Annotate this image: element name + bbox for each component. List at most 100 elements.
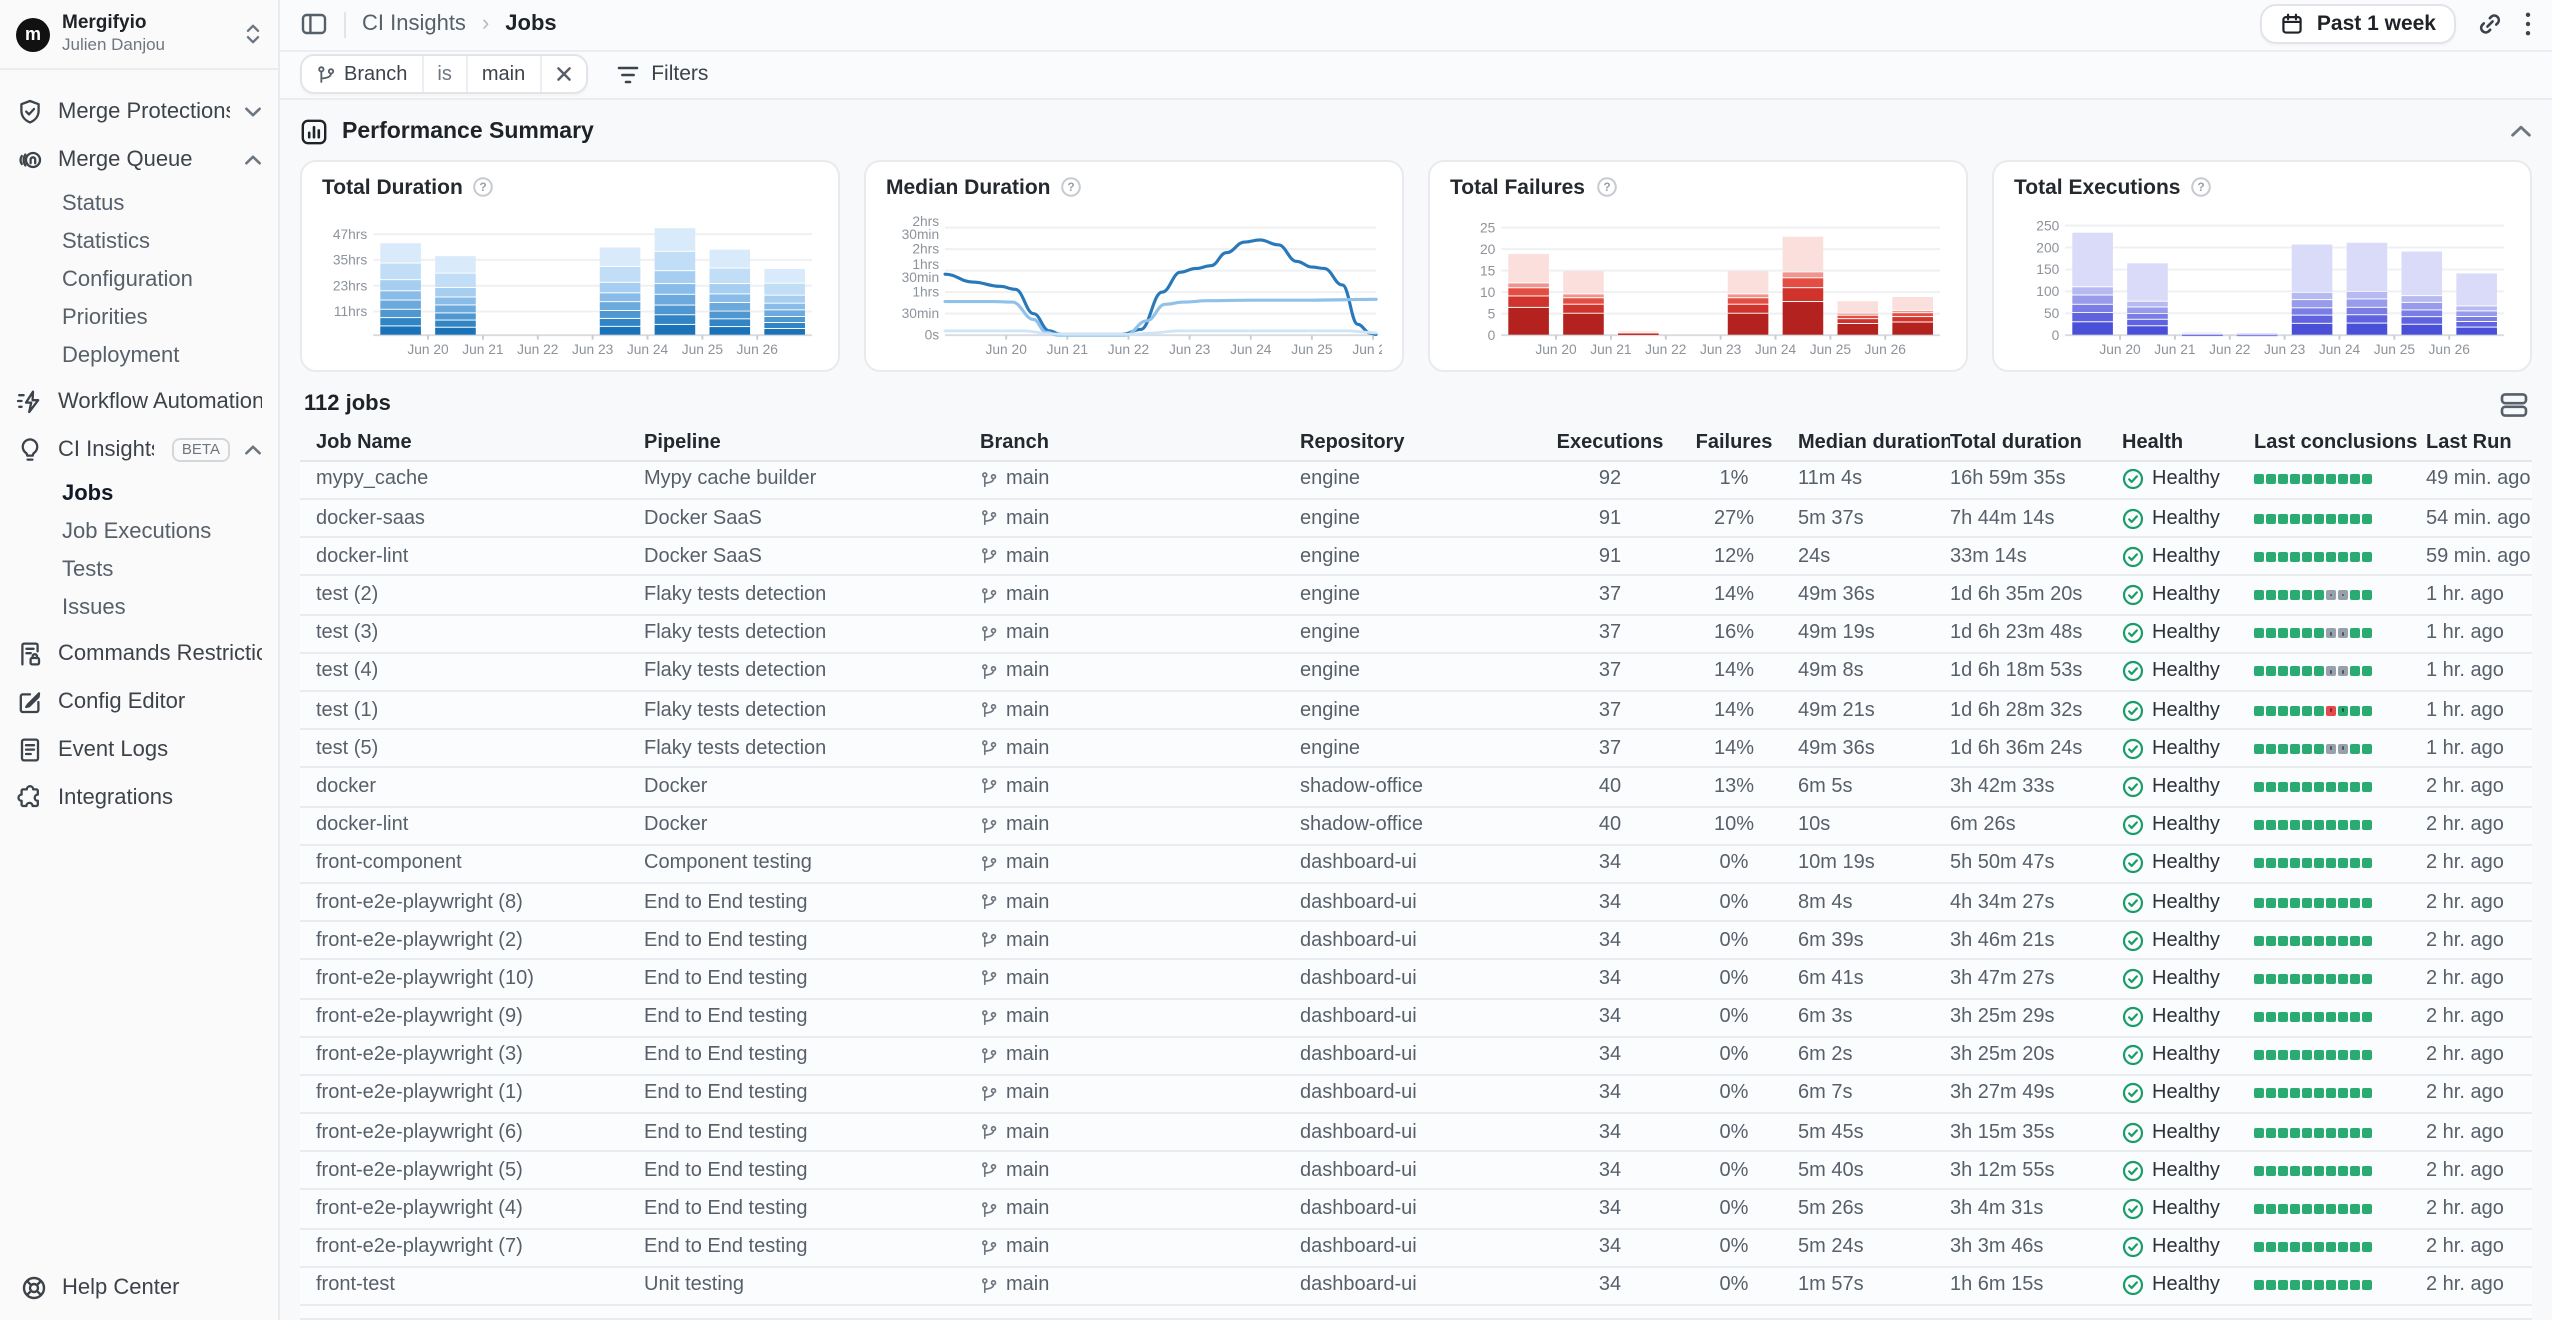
table-row[interactable]: docker-saasDocker SaaSmainengine9127%5m … bbox=[300, 500, 2532, 538]
col-job-name[interactable]: Job Name bbox=[300, 432, 644, 454]
sidebar-item-label: Event Logs bbox=[58, 737, 262, 761]
table-row[interactable]: test (2)Flaky tests detectionmainengine3… bbox=[300, 577, 2532, 615]
table-row[interactable]: front-e2e-playwright (7)End to End testi… bbox=[300, 1229, 2532, 1267]
cell-repository: engine bbox=[1300, 661, 1550, 683]
branch-label: main bbox=[1006, 546, 1049, 568]
cell-failures: 0% bbox=[1682, 1121, 1798, 1143]
col-executions[interactable]: Executions bbox=[1550, 432, 1682, 454]
sidebar-item-jobs[interactable]: Jobs bbox=[16, 475, 262, 513]
conclusion-success bbox=[2314, 935, 2324, 945]
sidebar-item-issues[interactable]: Issues bbox=[16, 589, 262, 627]
date-range-button[interactable]: Past 1 week bbox=[2261, 5, 2456, 45]
table-row[interactable]: front-e2e-playwright (3)End to End testi… bbox=[300, 1037, 2532, 1075]
help-icon[interactable]: ? bbox=[1595, 177, 1617, 199]
sidebar-item-statistics[interactable]: Statistics bbox=[16, 223, 262, 261]
svg-text:Jun 24: Jun 24 bbox=[627, 341, 669, 356]
collapse-chevron-up-icon[interactable] bbox=[2510, 125, 2532, 139]
cell-repository: engine bbox=[1300, 738, 1550, 760]
table-row[interactable]: test (5)Flaky tests detectionmainengine3… bbox=[300, 730, 2532, 768]
cell-total-duration: 3h 47m 27s bbox=[1950, 968, 2122, 990]
cell-pipeline: End to End testing bbox=[644, 1236, 980, 1258]
table-row[interactable]: dockerDockermainshadow-office4013%6m 5s3… bbox=[300, 769, 2532, 807]
help-icon[interactable]: ? bbox=[1061, 177, 1083, 199]
table-row[interactable]: front-e2e-playwright (6)End to End testi… bbox=[300, 1114, 2532, 1152]
row-density-icon[interactable] bbox=[2500, 390, 2528, 420]
git-branch-icon bbox=[316, 64, 336, 86]
col-failures[interactable]: Failures bbox=[1682, 432, 1798, 454]
sidebar-item-merge-protections[interactable]: Merge Protections bbox=[16, 89, 262, 133]
col-last-run[interactable]: Last Run bbox=[2426, 432, 2532, 454]
conclusion-success bbox=[2290, 1127, 2300, 1137]
conclusion-success bbox=[2314, 897, 2324, 907]
cell-repository: engine bbox=[1300, 469, 1550, 491]
app-root: m Mergifyio Julien Danjou Merge Protecti… bbox=[0, 0, 2552, 1320]
conclusion-success bbox=[2362, 744, 2372, 754]
help-icon[interactable]: ? bbox=[2191, 177, 2213, 199]
col-total-duration[interactable]: Total duration bbox=[1950, 432, 2122, 454]
sidebar: m Mergifyio Julien Danjou Merge Protecti… bbox=[0, 0, 280, 1320]
table-row[interactable]: front-e2e-playwright (4)End to End testi… bbox=[300, 1191, 2532, 1229]
table-row[interactable]: test (4)Flaky tests detectionmainengine3… bbox=[300, 654, 2532, 692]
col-health[interactable]: Health bbox=[2122, 432, 2254, 454]
table-row[interactable]: docker-lintDocker SaaSmainengine9112%24s… bbox=[300, 539, 2532, 577]
branch-label: main bbox=[1006, 622, 1049, 644]
health-label: Healthy bbox=[2152, 546, 2220, 568]
chip-remove-button[interactable] bbox=[539, 57, 585, 93]
table-row[interactable]: front-e2e-playwright (1)End to End testi… bbox=[300, 1076, 2532, 1114]
table-row[interactable]: front-testUnit testingmaindashboard-ui34… bbox=[300, 1268, 2532, 1306]
table-row[interactable]: test (1)Flaky tests detectionmainengine3… bbox=[300, 692, 2532, 730]
cell-repository: dashboard-ui bbox=[1300, 1045, 1550, 1067]
org-switcher[interactable]: m Mergifyio Julien Danjou bbox=[0, 0, 278, 69]
table-row[interactable]: test (3)Flaky tests detectionmainengine3… bbox=[300, 615, 2532, 653]
main-content: CI Insights › Jobs Past 1 week bbox=[280, 0, 2552, 1320]
col-median-duration[interactable]: Median duration bbox=[1798, 432, 1950, 454]
col-last-conclusions[interactable]: Last conclusions bbox=[2254, 432, 2426, 454]
cell-job-name: front-e2e-playwright (7) bbox=[300, 1236, 644, 1258]
col-branch[interactable]: Branch bbox=[980, 432, 1300, 454]
table-row[interactable]: front-e2e-playwright (2)End to End testi… bbox=[300, 922, 2532, 960]
sidebar-item-job-executions[interactable]: Job Executions bbox=[16, 513, 262, 551]
cell-median-duration: 5m 24s bbox=[1798, 1236, 1950, 1258]
cell-pipeline: End to End testing bbox=[644, 1121, 980, 1143]
table-row[interactable]: docker-lintDockermainshadow-office4010%1… bbox=[300, 807, 2532, 845]
branch-filter-chip[interactable]: Branch is main bbox=[300, 55, 587, 95]
cell-median-duration: 6m 39s bbox=[1798, 929, 1950, 951]
table-row[interactable]: front-e2e-playwright (9)End to End testi… bbox=[300, 999, 2532, 1037]
sidebar-item-commands-restrictions[interactable]: Commands Restrictions bbox=[16, 631, 262, 675]
cell-failures: 0% bbox=[1682, 929, 1798, 951]
check-circle-icon bbox=[2122, 929, 2144, 951]
sidebar-item-event-logs[interactable]: Event Logs bbox=[16, 727, 262, 771]
table-row[interactable]: mypy_cacheMypy cache buildermainengine92… bbox=[300, 462, 2532, 500]
sidebar-item-configuration[interactable]: Configuration bbox=[16, 261, 262, 299]
cell-health: Healthy bbox=[2122, 1083, 2254, 1105]
sidebar-item-workflow-automation[interactable]: Workflow Automation bbox=[16, 379, 262, 423]
table-row[interactable]: front-e2e-playwright (5)End to End testi… bbox=[300, 1153, 2532, 1191]
table-row[interactable]: front-e2e-playwright (10)End to End test… bbox=[300, 961, 2532, 999]
health-label: Healthy bbox=[2152, 469, 2220, 491]
col-repository[interactable]: Repository bbox=[1300, 432, 1550, 454]
link-icon[interactable] bbox=[2476, 11, 2504, 39]
cell-branch: main bbox=[980, 853, 1300, 875]
conclusion-blocks bbox=[2254, 935, 2372, 945]
help-icon[interactable]: ? bbox=[473, 177, 495, 199]
git-branch-icon bbox=[980, 547, 998, 567]
breadcrumb-section[interactable]: CI Insights bbox=[362, 13, 466, 37]
health-label: Healthy bbox=[2152, 1121, 2220, 1143]
col-pipeline[interactable]: Pipeline bbox=[644, 432, 980, 454]
sidebar-item-ci-insights[interactable]: CI InsightsBETA bbox=[16, 427, 262, 471]
sidebar-item-config-editor[interactable]: Config Editor bbox=[16, 679, 262, 723]
table-row[interactable]: front-componentComponent testingmaindash… bbox=[300, 846, 2532, 884]
table-row[interactable]: front-e2e-playwright (8)End to End testi… bbox=[300, 884, 2532, 922]
sidebar-item-merge-queue[interactable]: Merge Queue bbox=[16, 137, 262, 181]
filters-button[interactable]: Filters bbox=[615, 63, 708, 87]
sidebar-item-deployment[interactable]: Deployment bbox=[16, 337, 262, 375]
conclusion-success bbox=[2350, 782, 2360, 792]
help-center-button[interactable]: Help Center bbox=[0, 1256, 278, 1320]
sidebar-item-integrations[interactable]: Integrations bbox=[16, 775, 262, 819]
panel-toggle-icon[interactable] bbox=[300, 11, 328, 39]
conclusion-success bbox=[2254, 628, 2264, 638]
kebab-menu-icon[interactable] bbox=[2524, 11, 2532, 39]
sidebar-item-tests[interactable]: Tests bbox=[16, 551, 262, 589]
sidebar-item-status[interactable]: Status bbox=[16, 185, 262, 223]
sidebar-item-priorities[interactable]: Priorities bbox=[16, 299, 262, 337]
